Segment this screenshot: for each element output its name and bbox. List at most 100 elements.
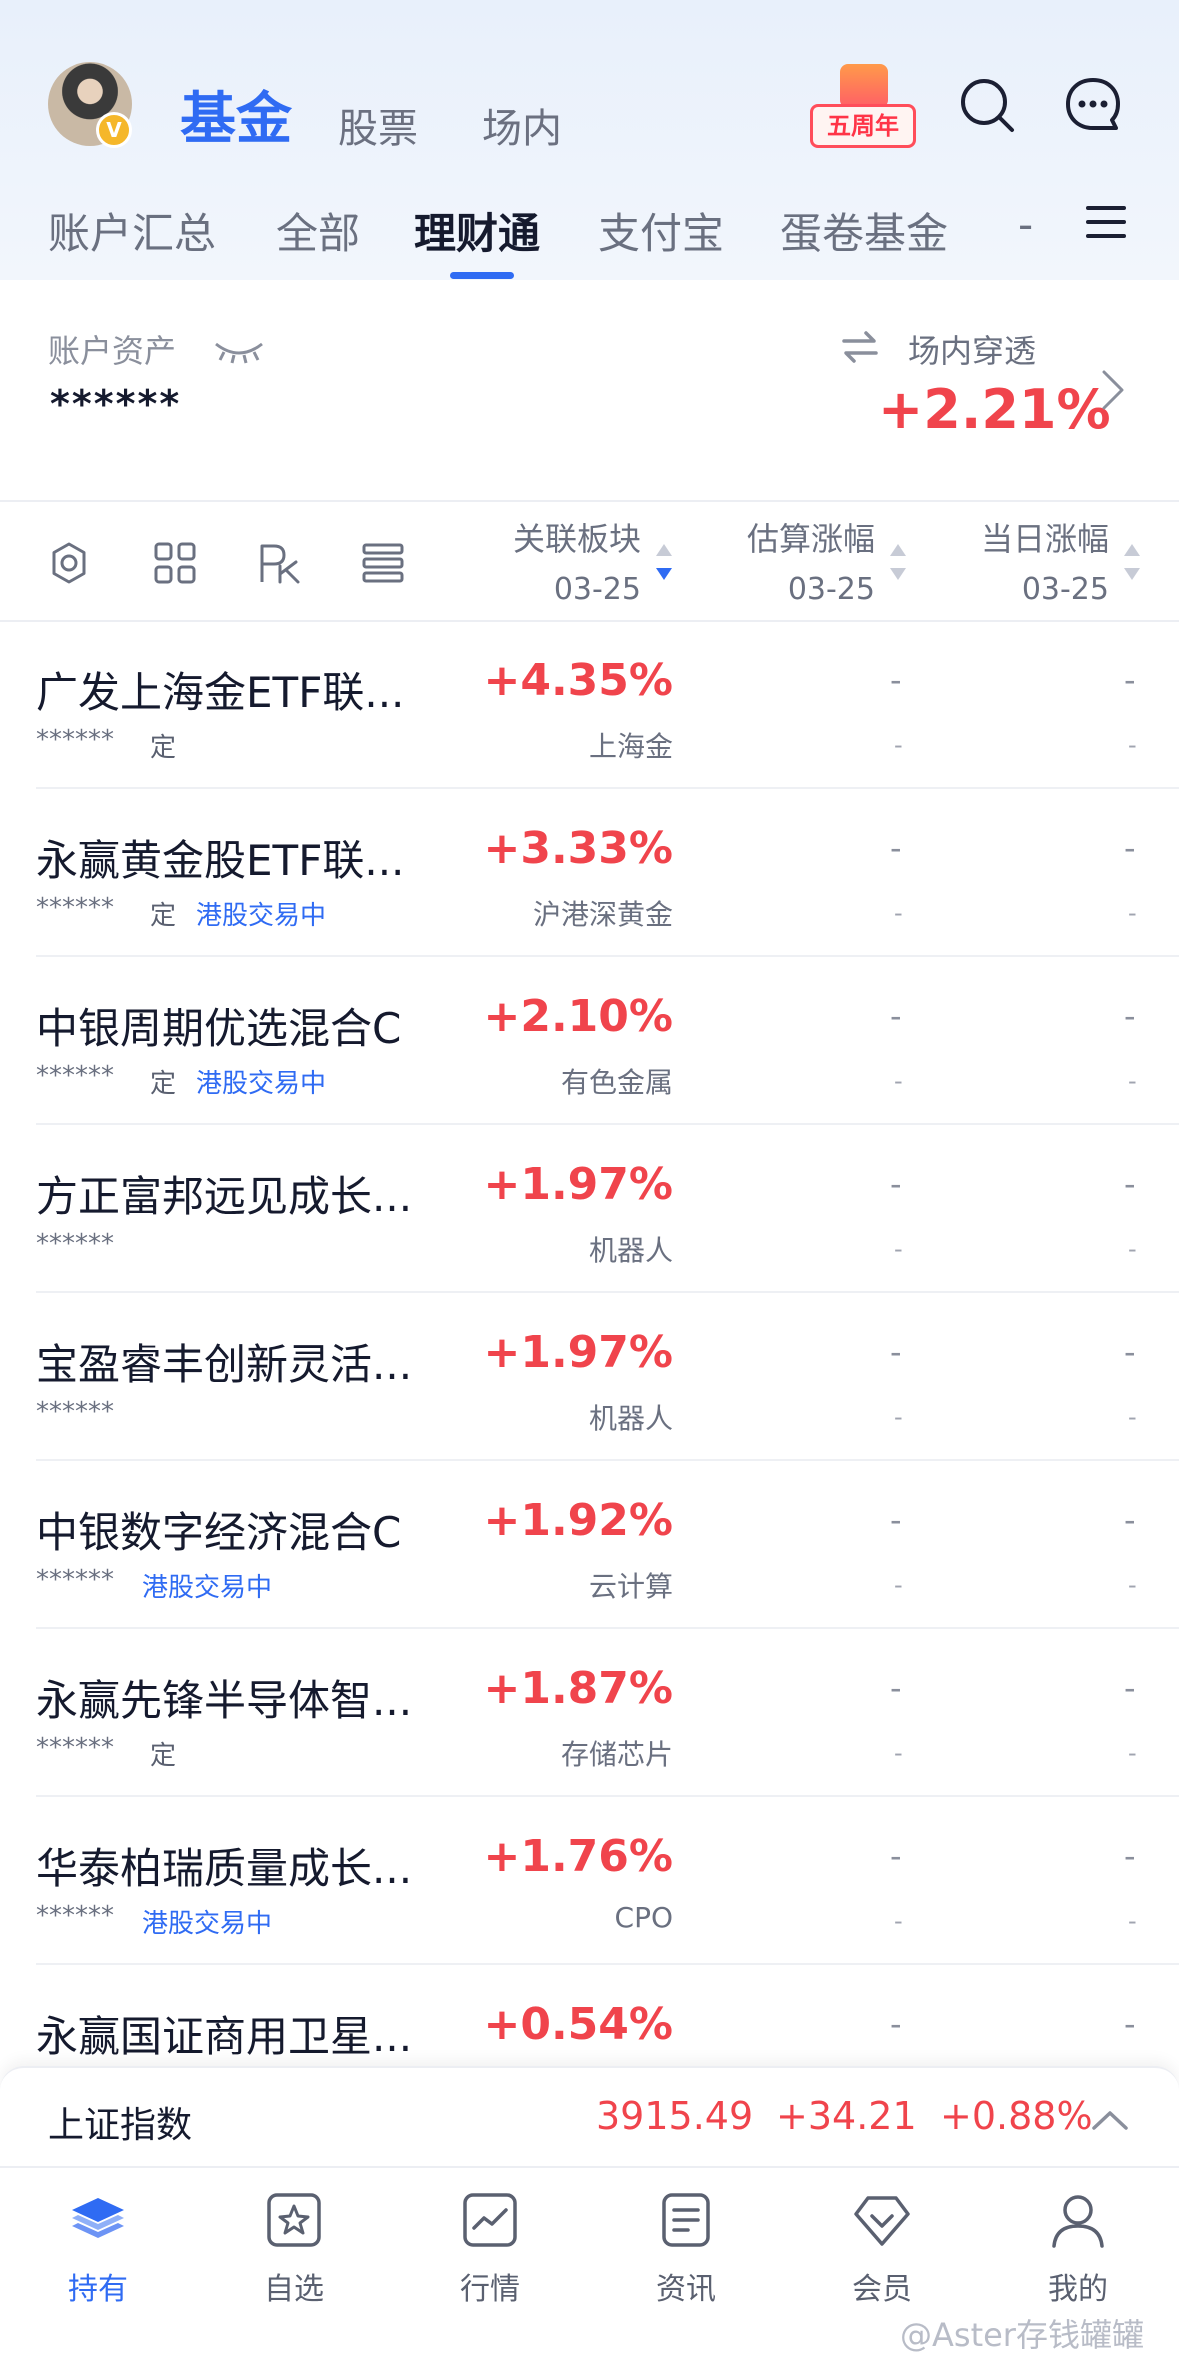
nav-label: 我的 — [1048, 2272, 1108, 2307]
hk-trading-status: 港股交易中 — [196, 901, 327, 931]
fund-row[interactable]: 中银周期优选混合C +2.10% - - ****** 定港股交易中 有色金属 - - — [0, 957, 1179, 1125]
day-change: - — [1124, 661, 1136, 699]
subtab-summary[interactable]: 账户汇总 — [48, 200, 216, 261]
masked-amount: ****** — [36, 1901, 114, 1931]
auto-invest-tag: 定 — [150, 1741, 177, 1771]
list-layout-icon[interactable] — [360, 540, 406, 586]
related-sector: 上海金 — [588, 730, 673, 763]
subtab-more[interactable]: - — [1018, 200, 1033, 249]
eye-closed-icon[interactable] — [214, 338, 264, 364]
day-change: - — [1124, 2005, 1136, 2043]
estimate-sub: - — [894, 1235, 903, 1263]
penetration-label: 场内穿透 — [908, 332, 1037, 370]
fund-row[interactable]: 华泰柏瑞质量成长... +1.76% - - ****** 港股交易中 CPO - - — [0, 1797, 1179, 1965]
day-sub: - — [1128, 1067, 1137, 1095]
hk-trading-status: 港股交易中 — [196, 1069, 327, 1099]
sort-icon[interactable] — [888, 540, 908, 584]
masked-amount: ****** — [36, 725, 114, 755]
fund-name: 永赢先锋半导体智... — [36, 1676, 413, 1725]
assets-value: ****** — [50, 382, 182, 426]
masked-amount: ****** — [36, 1061, 114, 1091]
day-change: - — [1124, 1669, 1136, 1707]
related-sector: 存储芯片 — [560, 1738, 673, 1771]
active-tab-indicator — [450, 272, 514, 279]
estimate-sub: - — [894, 1067, 903, 1095]
nav-watchlist[interactable]: 自选 — [214, 2190, 374, 2330]
related-sector: 机器人 — [588, 1402, 673, 1435]
fund-name: 宝盈睿丰创新灵活... — [36, 1340, 413, 1389]
estimate-change: - — [890, 1837, 902, 1875]
chart-icon — [463, 2193, 517, 2247]
tab-exchange[interactable]: 场内 — [482, 96, 562, 154]
related-sector: CPO — [614, 1901, 673, 1934]
nav-holdings[interactable]: 持有 — [18, 2190, 178, 2330]
chevron-right-icon[interactable] — [1100, 368, 1126, 412]
day-change: - — [1124, 1501, 1136, 1539]
related-sector: 云计算 — [588, 1570, 673, 1603]
tab-fund[interactable]: 基金 — [180, 74, 292, 155]
index-name: 上证指数 — [48, 2105, 193, 2146]
estimate-sub: - — [894, 731, 903, 759]
nav-news[interactable]: 资讯 — [606, 2190, 766, 2330]
auto-invest-tag: 定 — [150, 901, 177, 931]
chevron-up-icon[interactable] — [1090, 2108, 1130, 2132]
day-change: - — [1124, 997, 1136, 1035]
tab-stocks[interactable]: 股票 — [338, 96, 418, 154]
grid-icon[interactable] — [152, 540, 198, 586]
day-sub: - — [1128, 1739, 1137, 1767]
nav-market[interactable]: 行情 — [410, 2190, 570, 2330]
subtab-alipay[interactable]: 支付宝 — [598, 200, 724, 261]
fund-row[interactable]: 永赢先锋半导体智... +1.87% - - ****** 定 存储芯片 - - — [0, 1629, 1179, 1797]
estimate-change: - — [890, 1501, 902, 1539]
auto-invest-tag: 定 — [150, 733, 177, 763]
settings-icon[interactable] — [46, 540, 92, 586]
nav-label: 自选 — [264, 2272, 324, 2307]
menu-icon[interactable] — [1086, 204, 1126, 240]
fund-name: 永赢黄金股ETF联... — [36, 836, 405, 885]
fund-row[interactable]: 方正富邦远见成长... +1.97% - - ****** 机器人 - - — [0, 1125, 1179, 1293]
sector-change: +1.97% — [483, 1327, 673, 1378]
estimate-change: - — [890, 829, 902, 867]
fund-row[interactable]: 广发上海金ETF联... +4.35% - - ****** 定 上海金 - - — [0, 621, 1179, 789]
column-sector-date: 03-25 — [553, 572, 641, 607]
anniversary-badge[interactable]: 五周年 — [810, 64, 916, 150]
nav-profile[interactable]: 我的 — [998, 2190, 1158, 2330]
column-sector-header[interactable]: 关联板块 — [513, 514, 641, 560]
fund-name: 方正富邦远见成长... — [36, 1172, 413, 1221]
masked-amount: ****** — [36, 893, 114, 923]
estimate-change: - — [890, 1669, 902, 1707]
hk-trading-status: 港股交易中 — [142, 1573, 273, 1603]
masked-amount: ****** — [36, 1229, 114, 1259]
related-sector: 沪港深黄金 — [532, 898, 673, 931]
column-day-date: 03-25 — [1021, 572, 1109, 607]
auto-invest-tag: 定 — [150, 1069, 177, 1099]
gift-icon — [840, 64, 888, 108]
verified-badge: V — [96, 112, 132, 148]
hk-trading-status: 港股交易中 — [142, 1909, 273, 1939]
day-sub: - — [1128, 1403, 1137, 1431]
document-icon — [662, 2193, 710, 2247]
anniversary-label: 五周年 — [810, 104, 916, 148]
search-icon[interactable] — [958, 76, 1016, 134]
column-estimate-header[interactable]: 估算涨幅 — [747, 514, 875, 560]
nav-membership[interactable]: 会员 — [802, 2190, 962, 2330]
subtab-licaitong[interactable]: 理财通 — [414, 200, 540, 261]
fund-row[interactable]: 宝盈睿丰创新灵活... +1.97% - - ****** 机器人 - - — [0, 1293, 1179, 1461]
chat-icon[interactable] — [1064, 76, 1122, 134]
estimate-sub: - — [894, 1571, 903, 1599]
fund-row[interactable]: 中银数字经济混合C +1.92% - - ****** 港股交易中 云计算 - - — [0, 1461, 1179, 1629]
index-value: 3915.49 — [596, 2094, 754, 2138]
estimate-change: - — [890, 1333, 902, 1371]
subtab-all[interactable]: 全部 — [276, 200, 360, 261]
sort-icon[interactable] — [1122, 540, 1142, 584]
diamond-icon — [854, 2196, 910, 2246]
column-day-header[interactable]: 当日涨幅 — [981, 514, 1109, 560]
fund-name: 华泰柏瑞质量成长... — [36, 1844, 413, 1893]
pk-icon[interactable] — [256, 540, 302, 586]
sector-change: +3.33% — [483, 823, 673, 874]
subtab-danjuan[interactable]: 蛋卷基金 — [780, 200, 948, 261]
profile-icon — [1052, 2195, 1104, 2248]
day-sub: - — [1128, 1235, 1137, 1263]
sort-desc-icon[interactable] — [654, 540, 674, 584]
fund-row[interactable]: 永赢黄金股ETF联... +3.33% - - ****** 定港股交易中 沪港深黄金 - - — [0, 789, 1179, 957]
